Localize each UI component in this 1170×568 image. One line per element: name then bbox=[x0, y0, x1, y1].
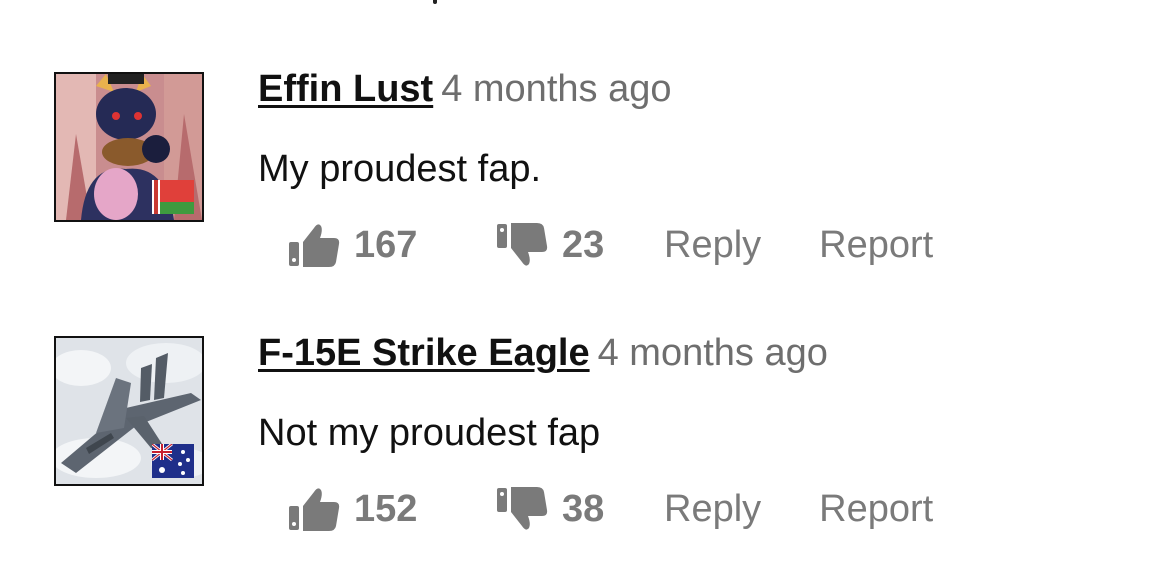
comments-section: Effin Lust 4 months ago My proudest fap. … bbox=[0, 0, 1170, 568]
username-link[interactable]: F-15E Strike Eagle bbox=[258, 332, 590, 374]
comment-header: Effin Lust 4 months ago bbox=[258, 70, 671, 108]
like-button[interactable]: 152 bbox=[288, 486, 478, 532]
thumbs-up-icon bbox=[289, 224, 340, 267]
dislike-count: 38 bbox=[562, 487, 605, 530]
report-link[interactable]: Report bbox=[819, 488, 933, 531]
user-avatar[interactable] bbox=[54, 336, 204, 486]
username-link[interactable]: Effin Lust bbox=[258, 68, 433, 110]
dislike-button[interactable]: 38 bbox=[496, 486, 676, 532]
thumbs-up-icon bbox=[289, 488, 340, 531]
comment-actions: 152 38 Reply Report bbox=[288, 486, 933, 532]
comment-timestamp: 4 months ago bbox=[441, 68, 672, 110]
report-link[interactable]: Report bbox=[819, 224, 933, 267]
cropped-text-remnant bbox=[433, 0, 437, 4]
comment-actions: 167 23 Reply Report bbox=[288, 222, 933, 268]
reply-link[interactable]: Reply bbox=[664, 488, 761, 531]
like-button[interactable]: 167 bbox=[288, 222, 478, 268]
reply-link[interactable]: Reply bbox=[664, 224, 761, 267]
comment-text: Not my proudest fap bbox=[258, 412, 601, 454]
dislike-button[interactable]: 23 bbox=[496, 222, 676, 268]
comment-item: Effin Lust 4 months ago My proudest fap. … bbox=[0, 70, 1170, 310]
comment-text: My proudest fap. bbox=[258, 148, 542, 190]
thumbs-down-icon bbox=[497, 223, 548, 266]
comment-timestamp: 4 months ago bbox=[597, 332, 828, 374]
like-count: 167 bbox=[354, 223, 418, 266]
australia-flag-icon bbox=[152, 444, 194, 478]
dislike-count: 23 bbox=[562, 223, 605, 266]
like-count: 152 bbox=[354, 487, 418, 530]
user-avatar[interactable] bbox=[54, 72, 204, 222]
comment-header: F-15E Strike Eagle 4 months ago bbox=[258, 334, 828, 372]
comment-item: F-15E Strike Eagle 4 months ago Not my pr… bbox=[0, 334, 1170, 568]
thumbs-down-icon bbox=[497, 487, 548, 530]
belarus-flag-icon bbox=[152, 180, 194, 214]
